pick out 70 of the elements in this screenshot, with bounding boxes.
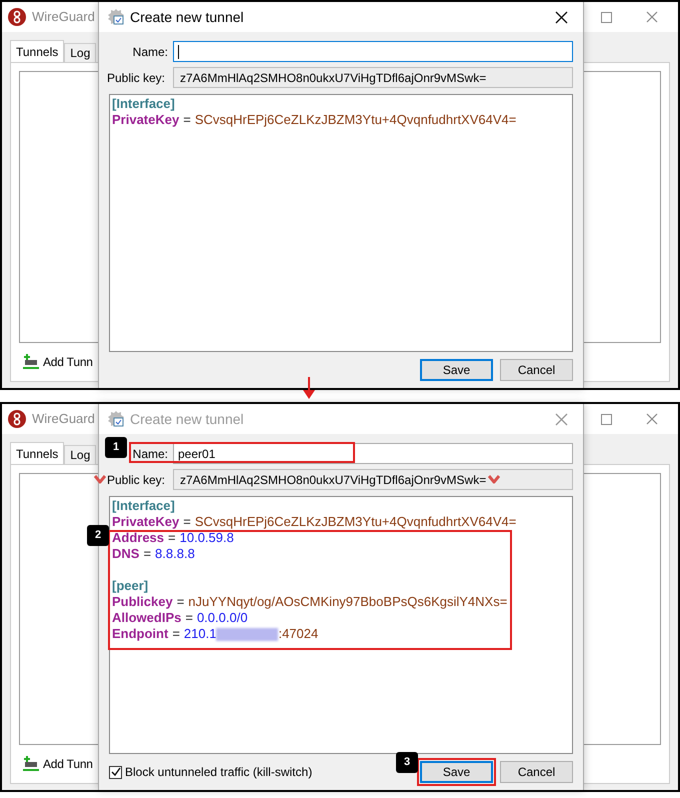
maximize-icon [600,12,612,22]
config-value: SCvsqHrEPj6CeZLKzJBZM3Ytu+4QvqnfudhrtXV64V4= [194,112,516,128]
check-icon [110,767,120,777]
window-title: WireGuard [32,410,95,428]
redaction-blur [216,628,278,640]
config-value: 10.0.59.8 [180,530,234,546]
wireguard-logo-icon [8,410,26,428]
dialog-button[interactable]: Cancel [500,359,573,381]
config-editor[interactable]: [Interface] PrivateKey = SCvsqHrEPj6CeZLKzJBZM3Ytu+4QvqnfudhrtXV64V4= [109,94,573,352]
section-header: [Interface] [112,498,176,514]
public-key-value: z7A6MmHlAq2SMHO8n0ukxU7ViHgTDfl6ajOnr9vMSwk= [180,70,486,86]
equals-sign: = [184,610,194,626]
name-label: Name: [132,44,168,60]
equals-sign: = [142,546,152,562]
wireguard-logo-icon [8,8,26,26]
add-tunnel-icon [23,354,39,370]
section-header: [Interface] [112,96,176,112]
add-tunnel-icon [23,756,39,772]
dialog-title: Create new tunnel [130,410,244,428]
tab[interactable]: Log [64,43,96,62]
config-value: 8.8.8.8 [155,546,195,562]
equals-sign: = [167,530,177,546]
config-value: 210.1 [184,626,216,642]
name-field[interactable] [173,41,573,62]
close-icon [554,412,568,426]
dialog-button[interactable]: Save [420,359,493,381]
gear-document-icon [107,410,125,428]
public-key-label: Public key: [106,70,165,86]
gear-document-icon [107,8,125,26]
step-badge: 2 [87,525,109,546]
public-key-value: z7A6MmHlAq2SMHO8n0ukxU7ViHgTDfl6ajOnr9vMSwk= [180,472,486,488]
config-value: :47024 [278,626,318,642]
close-icon [646,413,658,425]
config-key: Endpoint [112,626,168,642]
config-editor[interactable] [109,496,573,754]
add-tunnel-button[interactable]: Add Tunn [23,353,97,371]
equals-sign: = [176,594,186,610]
config-key: Publickey [112,594,173,610]
tab[interactable]: Log [64,445,96,464]
dialog-title: Create new tunnel [130,8,244,26]
tab[interactable]: Tunnels [10,442,64,464]
config-key: DNS [112,546,140,562]
name-field[interactable]: peer01 [173,443,573,464]
config-key: Address [112,530,164,546]
config-key: AllowedIPs [112,610,182,626]
config-value: 0.0.0.0/0 [196,610,248,626]
checkbox[interactable] [109,766,122,778]
arrow-icon [303,377,315,401]
tab[interactable]: Tunnels [10,40,64,62]
maximize-icon [600,414,612,424]
step-badge: 3 [396,752,418,773]
config-value: nJuYYNqyt/og/AOsCMKiny97BboBPsQs6KgsilY4NXs= [188,594,508,610]
text-cursor [178,44,179,58]
config-key: PrivateKey [112,514,180,530]
config-value: SCvsqHrEPj6CeZLKzJBZM3Ytu+4QvqnfudhrtXV64V4= [194,514,516,530]
add-tunnel-button[interactable]: Add Tunn [23,755,97,773]
name-label: Name: [132,446,168,462]
config-key: PrivateKey [112,112,180,128]
step-badge: 1 [105,437,127,458]
section-header: [peer] [112,578,150,594]
equals-sign: = [182,514,192,530]
window-title: WireGuard [32,8,95,26]
dialog-button[interactable]: Cancel [500,761,573,783]
close-icon [646,11,658,23]
kill-switch-checkbox[interactable]: Block untunneled traffic (kill-switch) [109,763,312,781]
equals-sign: = [182,112,192,128]
equals-sign: = [171,626,181,642]
public-key-label: Public key: [106,472,165,488]
dialog-button[interactable]: Save [420,761,493,783]
close-icon [554,10,568,24]
